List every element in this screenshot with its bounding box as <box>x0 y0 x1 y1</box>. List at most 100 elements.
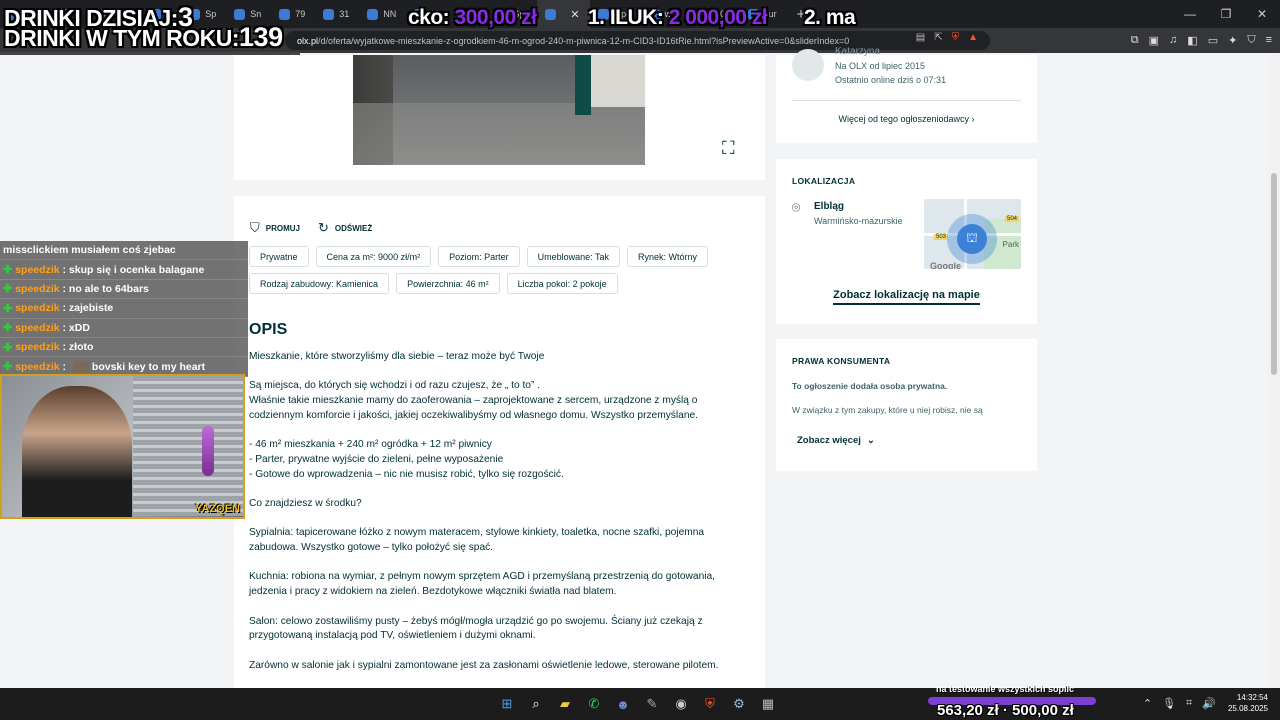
browser-tab[interactable]: 31 <box>315 0 359 28</box>
brave-rewards-icon[interactable]: ▲ <box>968 32 978 43</box>
scrollbar-thumb[interactable] <box>1271 173 1277 375</box>
notepad-icon[interactable]: ✎ <box>642 694 662 714</box>
webcam-streamer <box>22 386 132 517</box>
chat-username: speedzik <box>15 341 60 354</box>
seller-card: Katarzyna Na OLX od lipiec 2015 Ostatnio… <box>776 46 1037 143</box>
bookmark-icon: ⛉ <box>250 220 260 235</box>
description-title: OPIS <box>249 321 288 338</box>
overlay-goal-label: na testowanie wszystkich soplic <box>936 684 1075 694</box>
brave-shields-icon[interactable]: ⛨ <box>952 32 960 43</box>
taskbar-apps: ⊞ ⌕ ▰ ✆ ☻ ✎ ◉ ⛨ ⚙ ▦ <box>497 694 778 714</box>
app-icon[interactable]: ▦ <box>758 694 778 714</box>
brave-browser-icon[interactable]: ⛨ <box>700 694 720 714</box>
consumer-title: PRAWA KONSUMENTA <box>792 356 891 366</box>
webcam-lava-lamp <box>202 426 214 476</box>
network-icon[interactable]: ⌗ <box>1186 697 1192 710</box>
close-window-icon[interactable]: ✕ <box>1244 0 1280 28</box>
tray-expand-icon[interactable]: ⌃ <box>1143 697 1152 710</box>
see-more-button[interactable]: Zobacz więcej ⌄ <box>797 435 875 446</box>
url-host: olx.pl <box>297 35 319 46</box>
parameter-tag: Prywatne <box>249 246 309 267</box>
wallet-icon[interactable]: ▭ <box>1208 34 1218 47</box>
location-card: LOKALIZACJA ⌾ Elbląg Warmińsko-mazurskie… <box>776 159 1037 324</box>
see-more-label: Zobacz więcej <box>797 435 861 446</box>
sidebar-icon[interactable]: ◧ <box>1187 34 1197 47</box>
page-scrollbar[interactable] <box>1268 55 1280 688</box>
map-pin-icon: ⌾ <box>792 199 801 215</box>
maximize-icon[interactable]: ❐ <box>1208 0 1244 28</box>
seller-more-label: Więcej od tego ogłoszeniodawcy <box>838 114 970 124</box>
tab-label: 79 <box>295 9 306 19</box>
cko-label: cko: <box>408 6 450 29</box>
chat-message: ✚ speedzik : xDD <box>0 318 248 338</box>
seller-more-ads-link[interactable]: Więcej od tego ogłoszeniodawcy › <box>776 114 1037 124</box>
listing-photo[interactable] <box>353 55 645 165</box>
vpn-icon[interactable]: ⛉ <box>1247 34 1255 47</box>
chat-emote-icon <box>72 360 89 373</box>
parameter-tag: Umeblowane: Tak <box>526 246 620 267</box>
windows-start-icon[interactable]: ⊞ <box>497 694 517 714</box>
overlay-drinks-year: DRINKI W TYM ROKU:139 <box>4 22 283 53</box>
chat-username: speedzik <box>15 302 60 315</box>
overlay-goal-values: 563,20 zł · 500,00 zł <box>937 702 1074 719</box>
chat-text: zajebiste <box>68 302 114 315</box>
chat-badge-icon: ✚ <box>3 302 13 315</box>
map-road-shield: 504 <box>1004 216 1019 222</box>
chat-text: złoto <box>68 341 94 354</box>
microphone-icon[interactable]: 🎙 <box>1162 697 1176 710</box>
parameter-tag: Rodzaj zabudowy: Kamienica <box>249 273 390 294</box>
tab-favicon-icon <box>367 8 379 20</box>
seller-divider <box>792 100 1021 101</box>
overlay-divider-bar <box>0 52 300 55</box>
file-explorer-icon[interactable]: ▰ <box>555 694 575 714</box>
refresh-button[interactable]: ↻ ODŚWIEŻ <box>318 220 372 236</box>
show-on-map-link[interactable]: Zobacz lokalizację na mapie <box>776 285 1037 305</box>
extensions-icon[interactable]: ⧉ <box>1131 34 1139 47</box>
fullscreen-expand-icon[interactable]: ⛶ <box>722 138 735 159</box>
menu-icon[interactable]: ≡ <box>1266 34 1272 47</box>
share-icon[interactable]: ⇱ <box>934 32 942 43</box>
location-map-preview[interactable]: 503 504 Park ⛫ Google <box>924 199 1021 269</box>
tab-label: Sp <box>205 9 217 19</box>
chat-text: missclickiem musiałem coś zjebac <box>3 244 176 257</box>
description-paragraph: Kuchnia: robiona na wymiar, z pełnym now… <box>249 571 716 598</box>
map-google-logo: Google <box>930 261 961 269</box>
tab-favicon-icon <box>545 8 557 20</box>
volume-icon[interactable]: 🔊 <box>1202 697 1216 710</box>
parameter-tags-row-1: Prywatne Cena za m²: 9000 zł/m² Poziom: Pa… <box>249 246 708 267</box>
close-tab-icon[interactable]: ✕ <box>570 8 579 21</box>
map-park-label: Park <box>1002 240 1019 249</box>
promote-button[interactable]: ⛉ PROMUJ <box>250 220 300 236</box>
obs-icon[interactable]: ◉ <box>671 694 691 714</box>
chat-username: speedzik <box>15 263 60 276</box>
chat-username: speedzik <box>15 360 60 373</box>
chat-overlay: missclickiem musiałem coś zjebac ✚ speedzi… <box>0 241 248 377</box>
whatsapp-icon[interactable]: ✆ <box>584 694 604 714</box>
tab-label: 31 <box>339 9 350 19</box>
chat-separator: : <box>59 341 69 354</box>
chat-message: missclickiem musiałem coś zjebac <box>0 241 248 261</box>
reader-mode-icon[interactable]: ▤ <box>916 32 925 43</box>
browser-tab[interactable]: NN <box>359 0 406 28</box>
chat-message: ✚ speedzik : zajebiste <box>0 299 248 319</box>
media-icon[interactable]: ♫ <box>1169 34 1177 47</box>
minimize-icon[interactable]: — <box>1172 0 1208 28</box>
taskbar-clock[interactable]: 14:32:54 25.08.2025 <box>1228 692 1268 714</box>
search-icon[interactable]: ⌕ <box>526 694 546 714</box>
chat-badge-icon: ✚ <box>3 322 13 335</box>
browser-tab[interactable]: ✕ <box>537 0 590 28</box>
clock-time: 14:32:54 <box>1236 693 1268 702</box>
steam-icon[interactable]: ⚙ <box>729 694 749 714</box>
location-title: LOKALIZACJA <box>792 176 856 186</box>
seller-avatar <box>792 49 824 81</box>
url-field[interactable]: olx.pl/d/oferta/wyjatkowe-mieszkanie-z-o… <box>285 31 990 50</box>
screenshot-icon[interactable]: ▣ <box>1149 34 1159 47</box>
leo-icon[interactable]: ✦ <box>1228 34 1237 47</box>
parameter-tag: Cena za m²: 9000 zł/m² <box>315 246 432 267</box>
window-controls: — ❐ ✕ <box>1172 0 1280 28</box>
chat-text: skup się i ocenka balagane <box>68 263 205 276</box>
lock-icon: ⛫ <box>957 224 987 254</box>
discord-icon[interactable]: ☻ <box>613 694 633 714</box>
description-paragraph: Zarówno w salonie jak i sypialni zamonto… <box>249 659 719 671</box>
promote-label: PROMUJ <box>265 223 300 233</box>
